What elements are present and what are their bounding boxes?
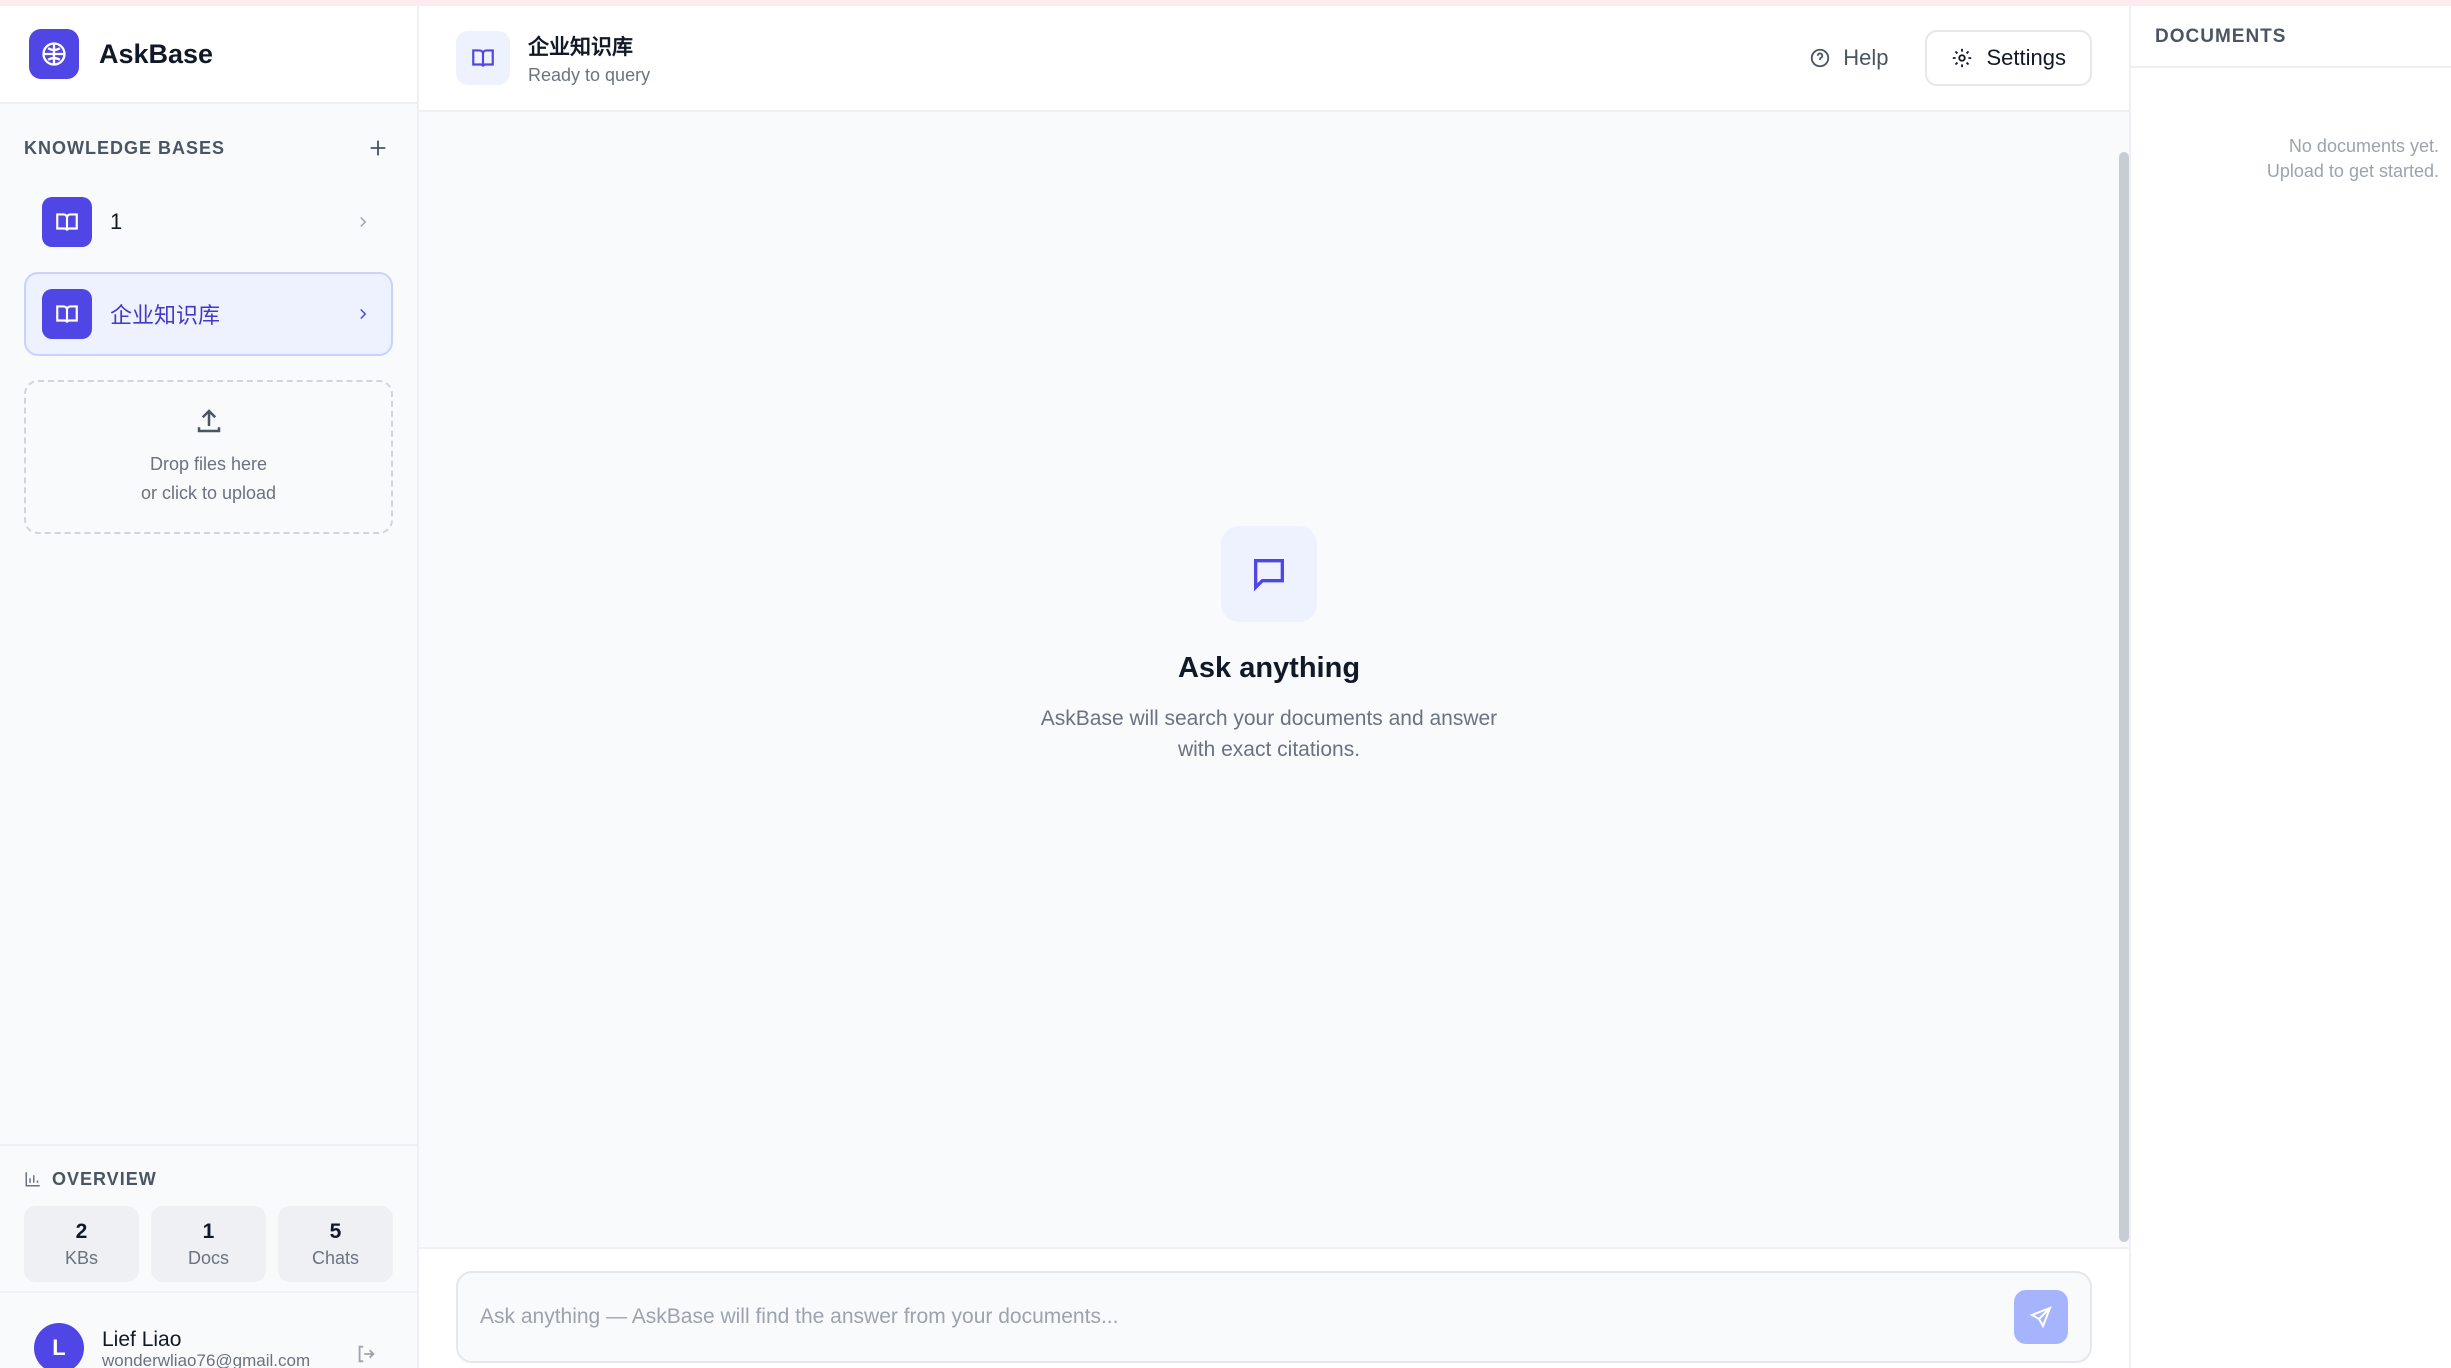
chat-scrollbar[interactable] bbox=[2119, 152, 2129, 1242]
chat-area: Ask anything AskBase will search your do… bbox=[419, 112, 2129, 1247]
documents-empty-line2: Upload to get started. bbox=[2266, 161, 2439, 181]
main-panel: 企业知识库 Ready to query Help Settings Ask a… bbox=[419, 6, 2129, 1368]
stat-label: Chats bbox=[311, 1247, 360, 1268]
documents-label: DOCUMENTS bbox=[2131, 6, 2451, 68]
stat-docs: 1 Docs bbox=[151, 1206, 266, 1282]
settings-label: Settings bbox=[1986, 45, 2067, 70]
chat-input[interactable] bbox=[480, 1305, 2014, 1329]
kb-section-header: KNOWLEDGE BASES bbox=[0, 116, 417, 180]
top-bar: 企业知识库 Ready to query Help Settings bbox=[419, 6, 2129, 112]
overview-label: OVERVIEW bbox=[52, 1168, 157, 1189]
user-name: Lief Liao bbox=[102, 1328, 182, 1351]
book-icon bbox=[456, 31, 510, 85]
gear-icon bbox=[1952, 48, 1971, 68]
empty-desc-line2: with exact citations. bbox=[1177, 738, 1361, 761]
help-label: Help bbox=[1843, 45, 1889, 70]
overview-header: OVERVIEW bbox=[24, 1164, 393, 1194]
kb-item-label: 企业知识库 bbox=[110, 303, 221, 328]
user-info: Lief Liao wonderwliao76@gmail.com bbox=[102, 1329, 342, 1368]
dropzone-line2: or click to upload bbox=[140, 483, 277, 503]
empty-state: Ask anything AskBase will search your do… bbox=[419, 526, 2119, 765]
book-icon bbox=[42, 289, 92, 339]
logout-icon bbox=[358, 1345, 375, 1363]
dropzone-line1: Drop files here bbox=[149, 454, 268, 474]
stat-kbs: 2 KBs bbox=[24, 1206, 139, 1282]
kb-item-1[interactable]: 1 bbox=[24, 180, 393, 264]
plus-icon bbox=[370, 140, 386, 156]
documents-panel: DOCUMENTS No documents yet. Upload to ge… bbox=[2129, 6, 2451, 1368]
empty-desc-line1: AskBase will search your documents and a… bbox=[1040, 707, 1498, 730]
topbar-titles: 企业知识库 Ready to query bbox=[528, 31, 650, 86]
composer bbox=[456, 1271, 2092, 1363]
send-icon bbox=[2029, 1306, 2052, 1329]
user-email: wonderwliao76@gmail.com bbox=[102, 1351, 311, 1368]
logout-button[interactable] bbox=[355, 1343, 381, 1368]
help-button[interactable]: Help bbox=[1809, 45, 1889, 71]
help-circle-icon bbox=[1811, 48, 1830, 68]
stat-value: 2 bbox=[75, 1219, 88, 1243]
settings-button[interactable]: Settings bbox=[1924, 30, 2092, 86]
page-title: 企业知识库 bbox=[528, 35, 633, 59]
page-subtitle: Ready to query bbox=[528, 64, 651, 85]
avatar: L bbox=[34, 1323, 84, 1368]
stat-chats: 5 Chats bbox=[278, 1206, 393, 1282]
documents-empty-state: No documents yet. Upload to get started. bbox=[2131, 134, 2451, 184]
sidebar: AskBase KNOWLEDGE BASES 1 企业知识库 Drop fil… bbox=[0, 6, 419, 1368]
composer-area bbox=[419, 1247, 2129, 1368]
kb-item-label: 1 bbox=[110, 209, 123, 234]
empty-description: AskBase will search your documents and a… bbox=[1019, 703, 1519, 765]
brand[interactable]: AskBase bbox=[0, 6, 417, 104]
stat-value: 5 bbox=[329, 1219, 342, 1243]
brand-name: AskBase bbox=[99, 38, 214, 69]
bar-chart-icon bbox=[25, 1172, 40, 1187]
book-icon bbox=[42, 197, 92, 247]
stat-label: KBs bbox=[64, 1247, 98, 1268]
overview-section: OVERVIEW 2 KBs 1 Docs 5 Chats bbox=[0, 1144, 417, 1291]
kb-section-label: KNOWLEDGE BASES bbox=[24, 137, 226, 158]
dropzone-text: Drop files here or click to upload bbox=[141, 450, 276, 508]
upload-dropzone[interactable]: Drop files here or click to upload bbox=[24, 380, 393, 534]
send-button[interactable] bbox=[2014, 1290, 2068, 1344]
user-profile[interactable]: L Lief Liao wonderwliao76@gmail.com bbox=[0, 1291, 417, 1368]
message-square-icon bbox=[1221, 526, 1317, 622]
brand-logo-icon bbox=[29, 29, 79, 79]
chevron-right-icon bbox=[351, 210, 375, 234]
kb-item-enterprise[interactable]: 企业知识库 bbox=[24, 272, 393, 356]
stats-row: 2 KBs 1 Docs 5 Chats bbox=[24, 1206, 393, 1282]
stat-label: Docs bbox=[187, 1247, 229, 1268]
stat-value: 1 bbox=[202, 1219, 215, 1243]
documents-empty-line1: No documents yet. bbox=[2288, 136, 2439, 156]
empty-title: Ask anything bbox=[1177, 652, 1361, 684]
upload-icon bbox=[197, 409, 220, 433]
add-kb-button[interactable] bbox=[363, 133, 393, 163]
chevron-right-icon bbox=[351, 302, 375, 326]
